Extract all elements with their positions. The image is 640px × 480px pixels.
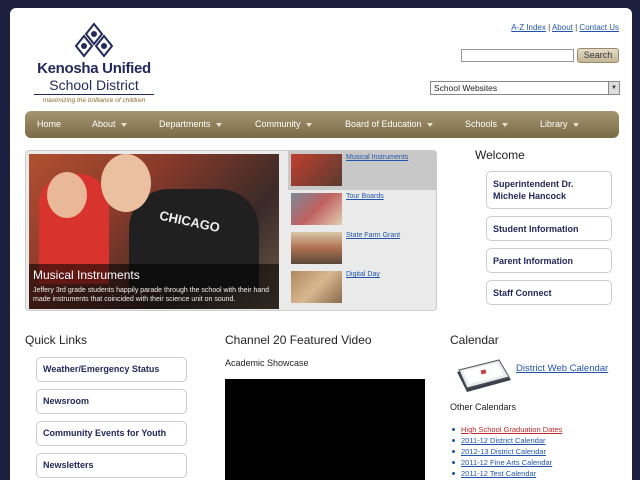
thumb-state-farm-grant[interactable]: State Farm Grant — [288, 229, 436, 268]
district-calendar-2012-link[interactable]: 2012-13 District Calendar — [461, 447, 546, 456]
video-subtitle: Academic Showcase — [225, 358, 309, 368]
list-item: 2011-12 District Calendar — [452, 435, 562, 446]
select-value: School Websites — [434, 83, 498, 93]
welcome-heading: Welcome — [475, 148, 525, 162]
thumb-label: Tour Boards — [346, 193, 384, 200]
page: Kenosha Unified School District maximizi… — [10, 8, 632, 480]
nav-library[interactable]: Library — [540, 111, 579, 138]
nav-label: Board of Education — [345, 119, 422, 129]
caret-down-icon — [305, 122, 312, 127]
school-websites-select[interactable]: School Websites ▼ — [430, 81, 620, 95]
slide-figure — [101, 154, 151, 212]
other-calendars-list: High School Graduation Dates 2011-12 Dis… — [452, 424, 562, 479]
caret-down-icon — [215, 122, 222, 127]
nav-about[interactable]: About — [92, 111, 127, 138]
district-calendar-2011-link[interactable]: 2011-12 District Calendar — [461, 436, 546, 445]
slide-figure — [47, 172, 87, 218]
button-label: Superintendent Dr. Michele Hancock — [493, 179, 574, 201]
nav-schools[interactable]: Schools — [465, 111, 509, 138]
thumbnail-image — [291, 193, 342, 225]
thumbnail-image — [291, 271, 342, 303]
thumb-label: State Farm Grant — [346, 232, 401, 239]
main-nav: Home About Departments Community Board o… — [25, 111, 619, 138]
district-web-calendar-link[interactable]: District Web Calendar — [516, 363, 608, 374]
logo-tagline: maximizing the brilliance of children — [42, 97, 146, 104]
thumb-label: Musical Instruments — [346, 154, 409, 161]
calendar-icon[interactable] — [453, 358, 513, 394]
nav-label: Departments — [159, 119, 211, 129]
thumb-digital-day[interactable]: Digital Day — [288, 268, 436, 307]
az-index-link[interactable]: A-Z Index — [511, 23, 546, 32]
caret-down-icon — [426, 122, 433, 127]
link-separator: | — [575, 23, 578, 32]
nav-label: Community — [255, 119, 301, 129]
nav-community[interactable]: Community — [255, 111, 312, 138]
nav-board-of-education[interactable]: Board of Education — [345, 111, 433, 138]
dropdown-arrow-icon: ▼ — [608, 82, 619, 94]
utility-links: A-Z Index | About | Contact Us — [511, 23, 619, 32]
superintendent-button[interactable]: Superintendent Dr. Michele Hancock — [486, 171, 612, 209]
community-events-button[interactable]: Community Events for Youth — [36, 421, 187, 446]
nav-label: Schools — [465, 119, 498, 129]
button-label: Student Information — [493, 223, 579, 234]
test-calendar-link[interactable]: 2011-12 Test Calendar — [461, 469, 536, 478]
nav-label: Library — [540, 119, 568, 129]
button-label: Staff Connect — [493, 287, 552, 298]
video-player[interactable] — [225, 379, 425, 480]
logo-divider — [34, 94, 154, 95]
newsroom-button[interactable]: Newsroom — [36, 389, 187, 414]
caret-down-icon — [572, 122, 579, 127]
newsletters-button[interactable]: Newsletters — [36, 453, 187, 478]
thumb-tour-boards[interactable]: Tour Boards — [288, 190, 436, 229]
nav-label: Home — [37, 119, 62, 129]
contact-us-link[interactable]: Contact Us — [579, 23, 619, 32]
list-item: High School Graduation Dates — [452, 424, 562, 435]
video-heading: Channel 20 Featured Video — [225, 333, 372, 347]
nav-departments[interactable]: Departments — [159, 111, 222, 138]
logo-name-line2: School District — [49, 77, 139, 93]
staff-connect-button[interactable]: Staff Connect — [486, 280, 612, 305]
graduation-dates-link[interactable]: High School Graduation Dates — [461, 425, 562, 434]
about-link[interactable]: About — [552, 23, 573, 32]
logo-emblem-icon — [74, 22, 114, 58]
button-label: Parent Information — [493, 255, 574, 266]
slide-caption: Musical Instruments Jeffery 3rd grade st… — [29, 264, 279, 309]
calendar-heading: Calendar — [450, 333, 499, 347]
fine-arts-calendar-link[interactable]: 2011-12 Fine Arts Calendar — [461, 458, 552, 467]
thumb-label: Digital Day — [346, 271, 380, 278]
other-calendars-heading: Other Calendars — [450, 402, 517, 412]
caret-down-icon — [120, 122, 127, 127]
slide-title: Musical Instruments — [33, 268, 140, 282]
list-item: 2011-12 Test Calendar — [452, 468, 562, 479]
quick-links-heading: Quick Links — [25, 333, 88, 347]
caret-down-icon — [502, 122, 509, 127]
slide-image[interactable]: CHICAGO Musical Instruments Jeffery 3rd … — [29, 154, 279, 309]
list-item: 2012-13 District Calendar — [452, 446, 562, 457]
weather-emergency-button[interactable]: Weather/Emergency Status — [36, 357, 187, 382]
district-logo[interactable]: Kenosha Unified School District maximizi… — [24, 22, 164, 104]
search-input[interactable] — [461, 49, 574, 62]
thumbnail-image — [291, 154, 342, 186]
slide-thumbnails: Musical Instruments Tour Boards State Fa… — [288, 151, 436, 310]
student-information-button[interactable]: Student Information — [486, 216, 612, 241]
logo-name-line1: Kenosha Unified — [37, 60, 151, 77]
thumb-musical-instruments[interactable]: Musical Instruments — [288, 151, 436, 190]
nav-label: About — [92, 119, 116, 129]
nav-home[interactable]: Home — [37, 111, 61, 138]
link-separator: | — [548, 23, 551, 32]
list-item: 2011-12 Fine Arts Calendar — [452, 457, 562, 468]
thumbnail-image — [291, 232, 342, 264]
parent-information-button[interactable]: Parent Information — [486, 248, 612, 273]
search-button[interactable]: Search — [577, 48, 619, 63]
slide-description: Jeffery 3rd grade students happily parad… — [33, 287, 270, 303]
featured-slideshow: CHICAGO Musical Instruments Jeffery 3rd … — [25, 150, 437, 311]
